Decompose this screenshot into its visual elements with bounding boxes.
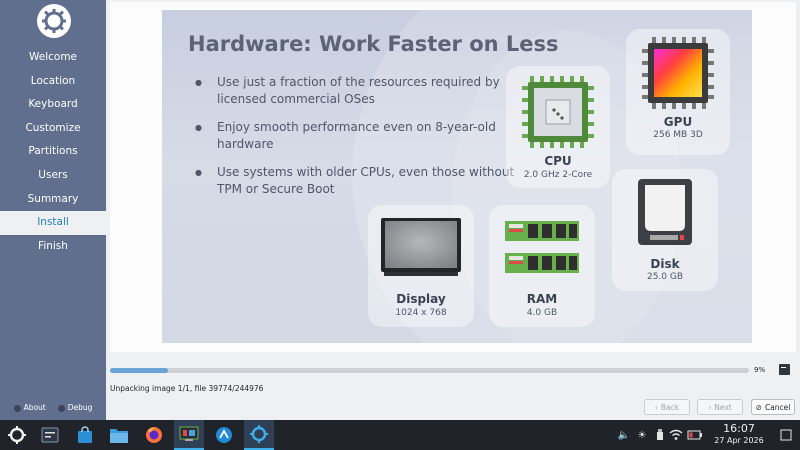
discover-button[interactable]: [70, 420, 100, 450]
clock-date: 27 Apr 2026: [714, 436, 764, 445]
installer-button[interactable]: [244, 420, 274, 450]
step-customize: Customize: [25, 121, 81, 134]
network-app-icon: [216, 427, 232, 443]
display-monitor-icon: [381, 218, 461, 276]
brightness-icon[interactable]: ☀: [634, 420, 650, 450]
step-install: Install: [0, 211, 106, 235]
next-button[interactable]: › Next: [697, 399, 743, 415]
disk-drive-icon: [638, 179, 692, 245]
step-finish: Finish: [38, 239, 68, 252]
ram-card: RAM 4.0 GB: [489, 205, 595, 327]
usb-device-icon[interactable]: [652, 420, 668, 450]
display-value: 1024 x 768: [395, 308, 447, 318]
cpu-chip-icon: [522, 76, 594, 148]
app-launcher-button[interactable]: [2, 420, 32, 450]
network-app-button[interactable]: [209, 420, 239, 450]
clock-time: 16:07: [723, 422, 755, 435]
sidebar-footer: About Debug: [0, 403, 106, 412]
disk-name: Disk: [650, 257, 680, 271]
bullet-item: Use systems with older CPUs, even those …: [195, 164, 515, 198]
info-icon: [13, 404, 21, 412]
show-desktop-icon[interactable]: [776, 420, 796, 450]
cpu-value: 2.0 GHz 2-Core: [523, 170, 593, 180]
bullet-item: Enjoy smooth performance even on 8-year-…: [195, 119, 515, 153]
display-card: Display 1024 x 768: [368, 205, 474, 327]
gpu-value: 256 MB 3D: [653, 130, 703, 140]
cpu-card: CPU 2.0 GHz 2-Core: [506, 66, 610, 188]
slide: Hardware: Work Faster on Less Use just a…: [162, 10, 752, 343]
slideshow-panel: Hardware: Work Faster on Less Use just a…: [110, 2, 796, 352]
step-users: Users: [38, 168, 68, 181]
battery-icon[interactable]: [686, 420, 704, 450]
back-label: Back: [660, 402, 680, 412]
file-manager-button[interactable]: [104, 420, 134, 450]
step-keyboard: Keyboard: [28, 98, 78, 111]
media-app-icon: [179, 426, 199, 441]
firefox-button[interactable]: [139, 420, 169, 450]
gpu-chip-icon: [642, 37, 714, 109]
progress-fill: [110, 368, 168, 373]
back-button[interactable]: ‹ Back: [644, 399, 690, 415]
cancel-button[interactable]: ⊘ Cancel: [751, 399, 795, 415]
shopping-bag-icon: [78, 426, 92, 443]
cpu-name: CPU: [544, 154, 572, 168]
kde-launcher-icon: [8, 426, 26, 444]
debug-button[interactable]: Debug: [57, 403, 93, 412]
debug-label: Debug: [67, 403, 93, 412]
gpu-card: GPU 256 MB 3D: [626, 29, 730, 155]
bullet-list: Use just a fraction of the resources req…: [195, 74, 515, 209]
next-label: Next: [714, 402, 732, 412]
installer-icon: [250, 425, 268, 443]
slide-title: Hardware: Work Faster on Less: [188, 32, 559, 56]
progress-percent: 9%: [754, 366, 766, 374]
ram-module-icon: [505, 221, 579, 273]
step-partitions: Partitions: [28, 145, 78, 158]
firefox-icon: [146, 427, 162, 443]
system-monitor-button[interactable]: [35, 420, 65, 450]
folder-icon: [110, 429, 128, 443]
bullet-item: Use just a fraction of the resources req…: [195, 74, 515, 108]
step-welcome: Welcome: [28, 51, 78, 63]
disk-value: 25.0 GB: [646, 272, 684, 282]
about-button[interactable]: About: [13, 403, 46, 412]
taskbar: 🔈 ☀ 16:07 27 Apr 2026: [0, 420, 800, 450]
wifi-icon[interactable]: [668, 420, 684, 450]
gpu-name: GPU: [663, 115, 693, 129]
chevron-right-icon: ›: [708, 402, 712, 412]
ram-value: 4.0 GB: [526, 308, 558, 318]
about-label: About: [23, 403, 46, 412]
chevron-left-icon: ‹: [654, 402, 658, 412]
progress-bar: [110, 368, 749, 373]
clock[interactable]: 16:07 27 Apr 2026: [714, 422, 764, 446]
status-text: Unpacking image 1/1, file 39774/244976: [110, 384, 264, 393]
step-summary: Summary: [27, 192, 79, 205]
cancel-label: Cancel: [764, 402, 791, 412]
main-area: Hardware: Work Faster on Less Use just a…: [106, 0, 800, 420]
display-name: Display: [396, 292, 446, 306]
cancel-icon: ⊘: [755, 402, 762, 412]
system-monitor-icon: [41, 427, 59, 443]
media-app-button[interactable]: [174, 420, 204, 450]
terminal-toggle-icon[interactable]: [779, 364, 790, 375]
ram-name: RAM: [526, 292, 558, 306]
step-list: Welcome Location Keyboard Customize Partitio…: [0, 46, 106, 258]
volume-icon[interactable]: 🔈: [616, 420, 632, 450]
sidebar: Welcome Location Keyboard Customize Partitio…: [0, 0, 106, 420]
step-location: Location: [30, 74, 76, 87]
bug-icon: [57, 404, 65, 412]
disk-card: Disk 25.0 GB: [612, 169, 718, 291]
kde-logo-icon: [37, 4, 71, 38]
